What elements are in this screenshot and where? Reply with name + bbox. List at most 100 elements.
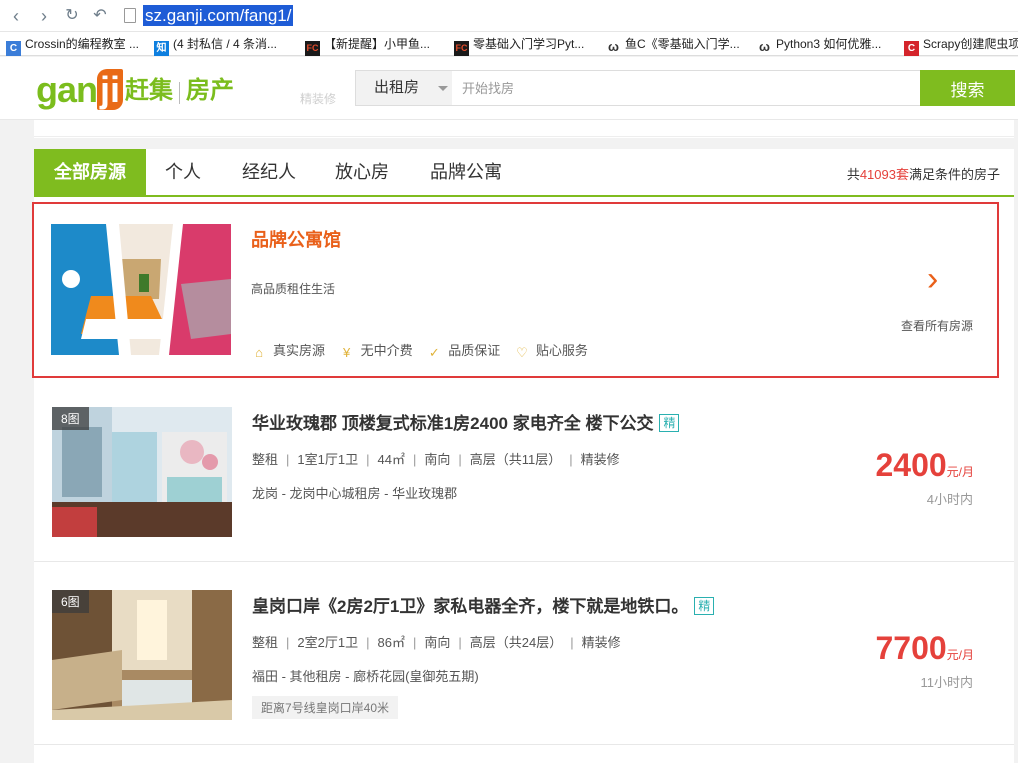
attr-decoration: 精装修 [581, 635, 621, 650]
attr-floor: 高层（共24层） [469, 635, 563, 650]
home-icon: ⌂ [255, 345, 263, 360]
count-prefix: 共 [846, 167, 860, 182]
featured-badge: 精 [694, 597, 715, 615]
listing-time: 4小时内 [926, 492, 973, 507]
brand-apartment-banner[interactable]: 品牌公寓馆 高品质租住生活 ⌂ 真实房源 ¥ 无中介费 ✓ 品质保证 ♡ 贴心服务 › … [32, 202, 999, 378]
result-count: 共41093套满足条件的房子 [847, 164, 1000, 183]
bookmark-item[interactable]: C Crossin的编程教室 ... [6, 35, 140, 56]
back-icon[interactable]: ‹ [6, 6, 26, 26]
attr-rent-type: 整租 [252, 635, 279, 650]
undo-icon[interactable]: ↶ [90, 6, 110, 26]
site-header: ganji赶集房产 精装修 出租房 搜索 [0, 57, 1018, 120]
bookmark-item[interactable]: FC 零基础入门学习Pyt... [454, 35, 585, 56]
bookmark-label: Crossin的编程教室 ... [25, 37, 140, 51]
bookmark-item[interactable]: FC 【新提醒】小甲鱼... [305, 35, 430, 56]
bookmark-icon: 知 [154, 41, 169, 56]
tab-trusted[interactable]: 放心房 [335, 149, 389, 195]
bookmark-icon: ω [606, 39, 621, 54]
brand-apartment-title[interactable]: 品牌公寓馆 [251, 226, 341, 252]
attr-separator: | [286, 452, 290, 467]
search-button[interactable]: 搜索 [920, 70, 1015, 106]
bookmark-icon: C [904, 41, 919, 56]
feature-real-listing: ⌂ 真实房源 [251, 340, 325, 361]
attr-layout: 1室1厅1卫 [297, 452, 359, 467]
chevron-right-icon[interactable]: › [927, 260, 938, 299]
attr-area: 44㎡ [377, 452, 405, 467]
search-bar: 出租房 搜索 [355, 70, 1015, 106]
chevron-down-icon [438, 86, 448, 91]
tab-personal[interactable]: 个人 [165, 149, 201, 195]
address-bar[interactable]: sz.ganji.com/fang1/ [120, 4, 1018, 28]
bookmark-item[interactable]: ω Python3 如何优雅... [757, 35, 881, 54]
source-tabs: 全部房源 个人 经纪人 放心房 品牌公寓 共41093套满足条件的房子 [34, 149, 1014, 197]
listing-title[interactable]: 华业玫瑰郡 顶楼复式标准1房2400 家电齐全 楼下公交精 [252, 409, 680, 434]
divider [34, 138, 1014, 149]
bookmark-item[interactable]: C Scrapy创建爬虫项 [904, 35, 1018, 56]
listing-title-text[interactable]: 皇岗口岸《2房2厅1卫》家私电器全齐，楼下就是地铁口。 [252, 597, 688, 616]
brand-apartment-features: ⌂ 真实房源 ¥ 无中介费 ✓ 品质保证 ♡ 贴心服务 [251, 340, 598, 361]
listing-price: 7700元/月 [875, 630, 974, 667]
tab-brand-apartment[interactable]: 品牌公寓 [430, 149, 502, 195]
forward-icon[interactable]: › [34, 6, 54, 26]
bookmark-label: 鱼C《零基础入门学... [625, 37, 740, 51]
attr-decoration: 精装修 [580, 452, 620, 467]
listing-title[interactable]: 皇岗口岸《2房2厅1卫》家私电器全齐，楼下就是地铁口。精 [252, 592, 715, 617]
attr-separator: | [412, 635, 417, 650]
tab-all[interactable]: 全部房源 [34, 149, 146, 195]
bookmarks-bar: C Crossin的编程教室 ... 知 (4 封私信 / 4 条消... FC 【新… [0, 32, 1018, 56]
feature-label: 贴心服务 [535, 343, 588, 358]
feature-quality: ✓ 品质保证 [426, 340, 500, 361]
bookmark-label: 零基础入门学习Pyt... [473, 37, 585, 51]
price-unit: 元/月 [946, 465, 974, 479]
search-input[interactable] [452, 71, 920, 105]
bookmark-item[interactable]: ω 鱼C《零基础入门学... [606, 35, 740, 54]
bookmark-label: (4 封私信 / 4 条消... [173, 37, 278, 51]
logo-category: 房产 [186, 77, 235, 104]
feature-label: 品质保证 [448, 343, 501, 358]
subway-distance-tag: 距离7号线皇岗口岸40米 [252, 696, 399, 719]
bookmark-icon: FC [305, 41, 320, 56]
photo-count-badge: 6图 [52, 590, 89, 613]
attr-separator: | [366, 452, 370, 467]
attr-separator: | [286, 635, 290, 650]
listing-title-text[interactable]: 华业玫瑰郡 顶楼复式标准1房2400 家电齐全 楼下公交 [252, 414, 653, 433]
feature-service: ♡ 贴心服务 [514, 340, 588, 361]
attr-orientation: 南向 [424, 452, 451, 467]
reload-icon[interactable]: ↻ [62, 6, 82, 26]
brand-apartment-image[interactable] [51, 224, 231, 355]
price-value: 2400 [875, 447, 947, 483]
count-suffix: 满足条件的房子 [908, 167, 1000, 182]
attr-separator: | [570, 635, 574, 650]
attr-layout: 2室2厅1卫 [297, 635, 359, 650]
url-text[interactable]: sz.ganji.com/fang1/ [143, 5, 294, 26]
ganji-logo[interactable]: ganji 赶集 房产 [36, 69, 235, 110]
listing-price: 2400元/月 [875, 447, 974, 484]
feature-label: 无中介费 [360, 343, 413, 358]
attr-area: 86㎡ [377, 635, 405, 650]
search-type-select[interactable]: 出租房 [356, 71, 452, 105]
listing-photo[interactable]: 6图 [52, 590, 232, 720]
listing-item[interactable]: 6图 皇岗口岸《2房2厅1卫》家私电器全齐，楼下就是地铁口。精 整租 | 2室2厅1… [34, 566, 1014, 745]
listing-photo[interactable]: 8图 [52, 407, 232, 537]
tab-agent[interactable]: 经纪人 [242, 149, 296, 195]
page-icon [124, 8, 136, 23]
bookmark-item[interactable]: 知 (4 封私信 / 4 条消... [154, 35, 278, 56]
attr-rent-type: 整租 [252, 452, 279, 467]
count-number: 41093套 [859, 167, 909, 182]
heart-icon: ♡ [516, 345, 528, 360]
listing-item[interactable]: 8图 华业玫瑰郡 顶楼复式标准1房2400 家电齐全 楼下公交精 整租 | 1室1厅… [34, 383, 1014, 562]
logo-cn: 赶集 [125, 77, 174, 104]
attr-separator: | [458, 635, 462, 650]
main-content: 全部房源 个人 经纪人 放心房 品牌公寓 共41093套满足条件的房子 品牌公寓… [32, 120, 1014, 763]
bookmark-icon: ω [757, 39, 772, 54]
brand-apartment-subtitle: 高品质租住生活 [251, 282, 336, 296]
listing-location[interactable]: 福田 - 其他租房 - 廊桥花园(皇御苑五期) [252, 666, 479, 685]
view-all-listings-link[interactable]: 查看所有房源 [901, 317, 973, 334]
attr-floor: 高层（共11层） [469, 452, 562, 467]
listing-attributes: 整租 | 1室1厅1卫 | 44㎡ | 南向 | 高层（共11层） | 精装修 [252, 449, 620, 468]
attr-separator: | [412, 452, 417, 467]
shield-icon: ✓ [428, 345, 440, 360]
feature-no-agency-fee: ¥ 无中介费 [339, 340, 413, 361]
attr-separator: | [366, 635, 370, 650]
listing-location[interactable]: 龙岗 - 龙岗中心城租房 - 华业玫瑰郡 [252, 483, 457, 502]
